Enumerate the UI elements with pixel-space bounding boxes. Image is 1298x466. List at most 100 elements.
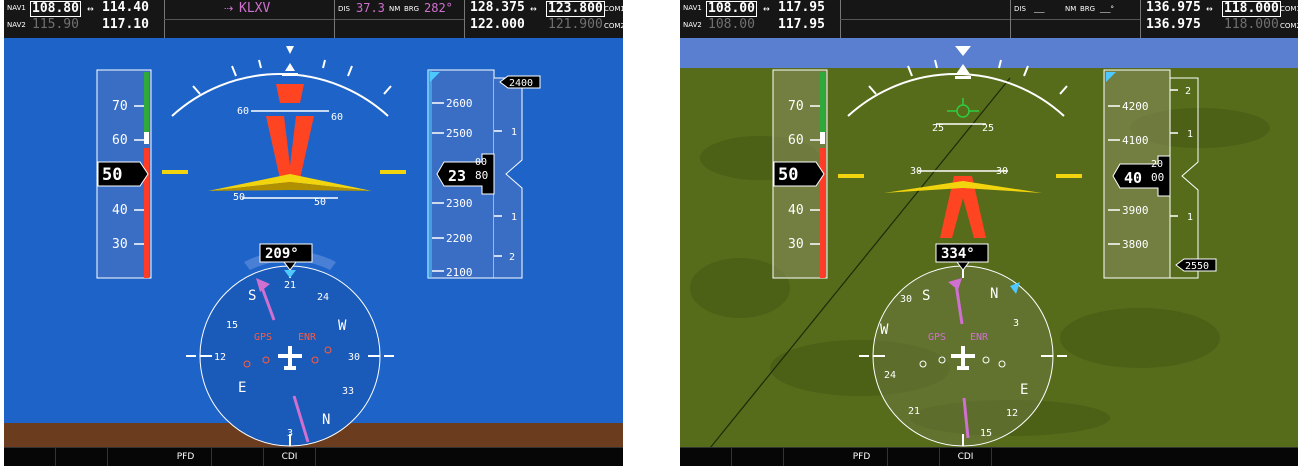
com1-swap-arrow-icon: ↔ <box>1206 2 1213 15</box>
softkey-cdi[interactable]: CDI <box>264 448 316 466</box>
distance-value: ___ <box>1034 5 1045 13</box>
nav1-standby-frequency[interactable]: 117.95 <box>778 1 825 15</box>
attitude-display: 60 60 50 50 70 60 40 30 50 2600 2500 230… <box>4 38 623 448</box>
hsi-gps-annunciation: GPS <box>928 332 946 343</box>
com1-standby-frequency[interactable]: 118.000 <box>1222 1 1281 17</box>
airspeed-tick-label: 70 <box>112 99 128 114</box>
altitude-tick-label: 2500 <box>446 127 473 140</box>
pitch-mark-label: 25 <box>932 123 944 134</box>
dis-brg-section: DIS ___ NM BRG ___° <box>1010 0 1140 38</box>
hsi-gps-annunciation: GPS <box>254 332 272 343</box>
hsi-heading-label: 21 <box>284 280 296 291</box>
com1-active-frequency[interactable]: 128.375 <box>470 1 525 15</box>
airspeed-tick-label: 40 <box>788 203 804 218</box>
altitude-tick-label: 2100 <box>446 266 473 279</box>
softkey[interactable] <box>4 448 56 466</box>
dis-label: DIS <box>338 5 350 13</box>
hsi-cardinal-label: W <box>338 318 347 334</box>
airspeed-tick-label: 60 <box>112 133 128 148</box>
hsi-heading-label: 33 <box>342 386 354 397</box>
status-bar: NAV1 108.80 ↔ 114.40 NAV2 115.90 117.10 … <box>4 0 623 39</box>
bearing-value: ___° <box>1100 5 1114 13</box>
nav1-active-frequency[interactable]: 108.80 <box>30 1 81 17</box>
dis-brg-section: DIS 37.3 NM BRG 282° <box>334 0 464 38</box>
pfd-display-left: NAV1 108.80 ↔ 114.40 NAV2 115.90 117.10 … <box>4 0 623 466</box>
nav1-swap-arrow-icon: ↔ <box>87 2 94 15</box>
nav-frequency-section: NAV1 108.80 ↔ 114.40 NAV2 115.90 117.10 <box>4 0 164 38</box>
altitude-tick-label: 4100 <box>1122 134 1149 147</box>
dis-unit: NM <box>1065 5 1077 13</box>
altitude-value: 40 <box>1124 169 1142 187</box>
com2-label: COM2 <box>1280 22 1298 30</box>
pitch-mark-label: 25 <box>982 123 994 134</box>
softkey-pfd[interactable]: PFD <box>160 448 212 466</box>
altitude-tick-label: 4200 <box>1122 100 1149 113</box>
hsi-enr-annunciation: ENR <box>298 332 317 343</box>
nav1-standby-frequency[interactable]: 114.40 <box>102 1 149 15</box>
hsi-heading-label: 12 <box>1006 408 1018 419</box>
com1-swap-arrow-icon: ↔ <box>530 2 537 15</box>
hsi-cardinal-label: N <box>990 286 998 302</box>
com1-active-frequency[interactable]: 136.975 <box>1146 1 1201 15</box>
airspeed-tick-label: 40 <box>112 203 128 218</box>
hsi-heading-label: 30 <box>348 352 360 363</box>
vsi-tick-label: 2 <box>509 252 515 263</box>
com2-standby-frequency[interactable]: 121.900 <box>548 18 603 32</box>
softkey-pfd[interactable]: PFD <box>836 448 888 466</box>
airspeed-tick-label: 60 <box>788 133 804 148</box>
nav2-standby-frequency[interactable]: 117.10 <box>102 18 149 32</box>
airspeed-value: 50 <box>778 165 798 185</box>
altitude-tick-label: 2600 <box>446 97 473 110</box>
altitude-rolling-digits: 80 <box>475 169 488 182</box>
nav1-active-frequency[interactable]: 108.00 <box>706 1 757 17</box>
brg-label: BRG <box>1080 5 1096 13</box>
nav2-active-frequency[interactable]: 108.00 <box>708 18 755 32</box>
vsi-tick-label: 1 <box>511 212 517 223</box>
com2-standby-frequency[interactable]: 118.000 <box>1224 18 1279 32</box>
com1-label: COM1 <box>1280 5 1298 13</box>
hsi-cardinal-label: E <box>1020 382 1028 398</box>
softkey[interactable] <box>212 448 264 466</box>
vsi-tick-label: 2 <box>1185 86 1191 97</box>
softkey[interactable] <box>56 448 108 466</box>
altitude-rolling-digits: 00 <box>1151 171 1164 184</box>
pitch-mark-label: 30 <box>996 166 1008 177</box>
altitude-tick-label: 2300 <box>446 197 473 210</box>
softkey-cdi[interactable]: CDI <box>940 448 992 466</box>
vsi-tick-label: 1 <box>511 127 517 138</box>
hsi-heading-label: 15 <box>226 320 238 331</box>
com-frequency-section: 128.375 ↔ 123.800 COM1 122.000 121.900 C… <box>464 0 623 38</box>
com2-label: COM2 <box>604 22 623 30</box>
airspeed-tape: 70 60 40 30 50 <box>96 69 152 279</box>
heading-value: 209° <box>265 246 299 262</box>
hsi-cardinal-label: N <box>322 412 330 428</box>
nav2-active-frequency[interactable]: 115.90 <box>32 18 79 32</box>
com2-active-frequency[interactable]: 136.975 <box>1146 18 1201 32</box>
hsi-cardinal-label: E <box>238 380 246 396</box>
hsi-heading-label: 30 <box>900 294 912 305</box>
nav2-label: NAV2 <box>683 21 702 29</box>
waypoint-section: ⇢ KLXV <box>164 0 334 38</box>
airspeed-tick-label: 30 <box>788 237 804 252</box>
com-frequency-section: 136.975 ↔ 118.000 COM1 136.975 118.000 C… <box>1140 0 1298 38</box>
attitude-display: 25 25 30 30 70 60 40 30 50 4200 4100 390… <box>680 38 1298 448</box>
hsi-cardinal-label: W <box>880 322 889 338</box>
softkey[interactable] <box>680 448 732 466</box>
nav2-standby-frequency[interactable]: 117.95 <box>778 18 825 32</box>
nav1-label: NAV1 <box>7 4 26 12</box>
selected-altitude-value: 2550 <box>1185 261 1209 272</box>
hsi-heading-label: 21 <box>908 406 920 417</box>
distance-value: 37.3 <box>356 1 385 15</box>
hsi-heading-label: 3 <box>287 428 293 439</box>
com1-standby-frequency[interactable]: 123.800 <box>546 1 605 17</box>
altitude-value: 23 <box>448 167 466 185</box>
altitude-tick-label: 2200 <box>446 232 473 245</box>
altitude-rolling-digits: 00 <box>475 157 487 168</box>
status-bar: NAV1 108.00 ↔ 117.95 NAV2 108.00 117.95 … <box>680 0 1298 39</box>
pitch-mark-label: 60 <box>331 112 343 123</box>
altitude-tick-label: 3900 <box>1122 204 1149 217</box>
softkey[interactable] <box>888 448 940 466</box>
pitch-mark-label: 50 <box>233 192 245 203</box>
com2-active-frequency[interactable]: 122.000 <box>470 18 525 32</box>
softkey[interactable] <box>732 448 784 466</box>
